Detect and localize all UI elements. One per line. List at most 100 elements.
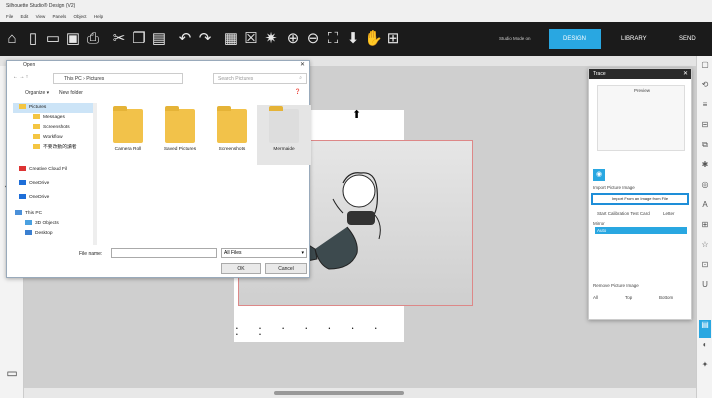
tab-library[interactable]: LIBRARY — [607, 29, 657, 49]
import-image-button[interactable]: Import From an Image from File — [591, 193, 689, 205]
tab-design[interactable]: DESIGN — [549, 29, 601, 49]
window-title: Silhouette Studio® Design (V2) — [6, 3, 76, 9]
color-icon[interactable]: ✦ — [699, 360, 711, 378]
search-placeholder: Search Pictures — [218, 76, 254, 82]
right-panel-bar: ▢ ⟲ ≡ ⊟ ⧉ ✱ ◎ A ⊞ ☆ ⊡ U ▤ ◐ ✦ — [696, 56, 712, 398]
page-setup-icon[interactable]: ▢ — [699, 60, 711, 78]
folder-screenshots[interactable]: Screenshots — [205, 105, 259, 165]
tree-item[interactable]: 3D Objects — [13, 219, 95, 229]
remove-top-option[interactable]: Top — [625, 295, 632, 300]
file-name-input[interactable] — [111, 248, 217, 258]
folder-icon — [217, 106, 247, 143]
menu-view[interactable]: View — [36, 14, 46, 19]
deselect-icon[interactable]: ☒ — [242, 30, 260, 48]
zoom-in-icon[interactable]: ⊕ — [284, 30, 302, 48]
file-type-select[interactable]: All Files ▾ — [221, 248, 307, 258]
zoom-select-icon[interactable]: ✷ — [262, 30, 280, 48]
menu-panels[interactable]: Panels — [53, 14, 67, 19]
ok-button[interactable]: OK — [221, 263, 261, 274]
tree-item-pictures[interactable]: Pictures — [13, 103, 95, 113]
new-file-icon[interactable]: ▯ — [24, 30, 42, 48]
menu-help[interactable]: Help — [94, 14, 103, 19]
sketch-icon[interactable]: ◐ — [699, 340, 711, 358]
remove-all-option[interactable]: All — [593, 295, 598, 300]
cancel-button[interactable]: Cancel — [265, 263, 307, 274]
organize-button[interactable]: Organize ▾ — [25, 90, 49, 96]
select-all-icon[interactable]: ▦ — [222, 30, 240, 48]
paper-size-select[interactable]: Letter — [663, 211, 675, 216]
scroll-thumb[interactable] — [274, 391, 404, 395]
align-icon[interactable]: ⊟ — [699, 120, 711, 138]
studio-mode-toggle[interactable]: Studio Mode on — [499, 29, 545, 49]
paste-icon[interactable]: ▤ — [150, 30, 168, 48]
tree-item[interactable]: Creative Cloud Fil — [13, 165, 95, 175]
new-folder-button[interactable]: New folder — [59, 90, 83, 96]
search-icon: ⌕ — [299, 75, 302, 81]
open-folder-icon[interactable]: ▭ — [44, 30, 62, 48]
replicate-icon[interactable]: ⧉ — [699, 140, 711, 158]
tree-item[interactable]: OneDrive — [13, 179, 95, 189]
copy-icon[interactable]: ❐ — [130, 30, 148, 48]
file-name-label: File name: — [79, 251, 103, 257]
zoom-out-icon[interactable]: ⊖ — [304, 30, 322, 48]
trace-panel-icon[interactable]: ▤ — [699, 320, 711, 338]
tab-send[interactable]: SEND — [665, 29, 709, 49]
title-bar: Silhouette Studio® Design (V2) — [0, 0, 712, 12]
text-style-icon[interactable]: A — [699, 200, 711, 218]
search-input[interactable]: Search Pictures ⌕ — [213, 73, 307, 84]
zoom-fit-icon[interactable]: ⛶ — [324, 30, 342, 48]
remove-bottom-option[interactable]: Bottom — [659, 295, 673, 300]
move-down-icon[interactable]: ⬇ — [344, 30, 362, 48]
close-icon[interactable]: ✕ — [683, 70, 688, 77]
tree-item[interactable]: Messages — [13, 113, 95, 123]
layers-panel-icon[interactable]: U — [699, 280, 711, 298]
pan-hand-icon[interactable]: ✋ — [364, 30, 383, 48]
tree-item-this-pc[interactable]: This PC — [13, 209, 95, 219]
back-arrow-icon[interactable]: ← → ↑ — [13, 74, 28, 80]
close-icon[interactable]: ✕ — [300, 61, 305, 68]
horizontal-scrollbar[interactable] — [24, 388, 696, 398]
layers-icon[interactable]: ▭ — [5, 366, 19, 380]
file-mermaide[interactable]: Mermaide — [257, 105, 311, 165]
folder-camera-roll[interactable]: Camera Roll — [101, 105, 155, 165]
camera-icon[interactable]: ◉ — [593, 169, 605, 181]
redo-icon[interactable]: ↷ — [196, 30, 214, 48]
import-section-label: Import Picture Image — [593, 185, 635, 190]
trace-title: Trace — [589, 69, 691, 79]
menu-file[interactable]: File — [6, 14, 13, 19]
grid-icon[interactable]: ⊞ — [384, 30, 402, 48]
home-icon[interactable]: ⌂ — [3, 30, 21, 48]
remove-section-label: Remove Picture Image — [593, 283, 639, 288]
tree-item[interactable]: 不要改動的讀者 — [13, 143, 95, 153]
pixscan-icon[interactable]: ⊡ — [699, 260, 711, 278]
file-list: Camera Roll Saved Pictures Screenshots M… — [101, 105, 311, 225]
save-icon[interactable]: ▣ — [64, 30, 82, 48]
offset-icon[interactable]: ◎ — [699, 180, 711, 198]
modify-icon[interactable]: ✱ — [699, 160, 711, 178]
tree-item[interactable]: Workflow — [13, 133, 95, 143]
mirror-select[interactable]: Auto — [595, 227, 687, 234]
fill-icon[interactable]: ≡ — [699, 100, 711, 118]
tree-scrollbar[interactable] — [93, 103, 97, 245]
help-icon[interactable]: ❓ — [295, 89, 301, 95]
dialog-title: Open — [23, 62, 36, 68]
tree-item[interactable]: OneDrive — [13, 193, 95, 203]
tree-item[interactable]: Screenshots — [13, 123, 95, 133]
dialog-header: Open ✕ — [7, 61, 309, 69]
mat-registration: • • • • • • • • • — [236, 326, 387, 338]
transform-icon[interactable]: ⟲ — [699, 80, 711, 98]
library-icon[interactable]: ⊞ — [699, 220, 711, 238]
menu-edit[interactable]: Edit — [21, 14, 29, 19]
address-bar[interactable]: This PC › Pictures — [53, 73, 183, 84]
menu-object[interactable]: Object — [74, 14, 87, 19]
trace-panel: Trace ✕ Preview ◉ Import Picture Image I… — [588, 68, 692, 320]
calibration-button[interactable]: Start Calibration Test Card — [597, 211, 650, 216]
folder-tree: Pictures Messages Screenshots Workflow 不… — [13, 103, 95, 245]
undo-icon[interactable]: ↶ — [176, 30, 194, 48]
folder-saved-pictures[interactable]: Saved Pictures — [153, 105, 207, 165]
cut-icon[interactable]: ✂ — [110, 30, 128, 48]
print-icon[interactable]: ⎙ — [84, 30, 102, 48]
tree-item[interactable]: Desktop — [13, 229, 95, 239]
store-icon[interactable]: ☆ — [699, 240, 711, 258]
dialog-toolbar: Organize ▾ New folder ❓ — [13, 89, 305, 99]
